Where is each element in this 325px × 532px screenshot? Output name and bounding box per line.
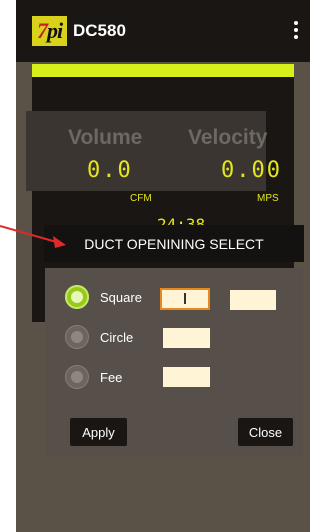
red-arrow-annotation [0, 225, 66, 248]
